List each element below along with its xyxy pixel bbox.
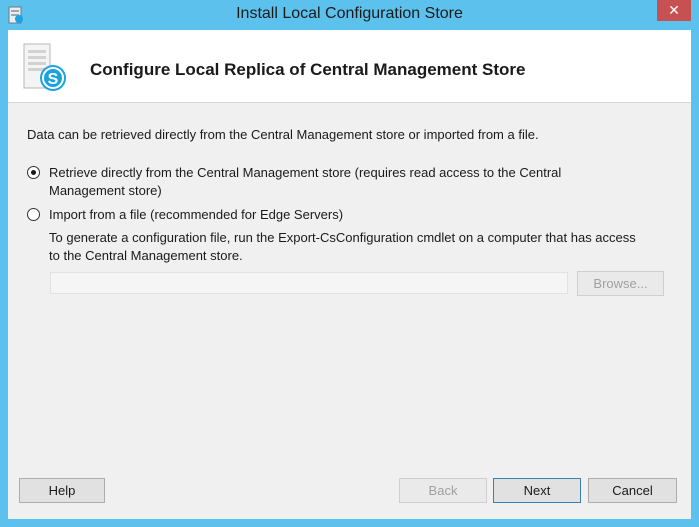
dialog-body: S Configure Local Replica of Central Man… [8, 30, 691, 519]
import-description: To generate a configuration file, run th… [49, 230, 636, 263]
installer-window: Install Local Configuration Store ✕ S Co… [0, 0, 699, 527]
page-title: Configure Local Replica of Central Manag… [90, 60, 526, 79]
radio-retrieve[interactable] [27, 166, 40, 179]
back-button[interactable]: Back [399, 478, 487, 503]
radio-selected-dot [31, 170, 36, 175]
help-button[interactable]: Help [19, 478, 105, 503]
option-retrieve-label[interactable]: Retrieve directly from the Central Manag… [49, 164, 629, 200]
cancel-button[interactable]: Cancel [588, 478, 677, 503]
radio-import[interactable] [27, 208, 40, 221]
svg-text:S: S [48, 71, 59, 88]
window-title: Install Local Configuration Store [236, 5, 463, 22]
close-button[interactable]: ✕ [657, 0, 691, 21]
file-path-input[interactable] [50, 272, 568, 294]
intro-text: Data can be retrieved directly from the … [27, 127, 539, 142]
title-bar[interactable]: Install Local Configuration Store ✕ [0, 0, 699, 30]
option-import-label[interactable]: Import from a file (recommended for Edge… [49, 206, 629, 224]
dialog-header: S Configure Local Replica of Central Man… [8, 30, 691, 103]
next-button[interactable]: Next [493, 478, 581, 503]
skype-server-icon: S [23, 43, 66, 91]
browse-button[interactable]: Browse... [577, 271, 664, 296]
